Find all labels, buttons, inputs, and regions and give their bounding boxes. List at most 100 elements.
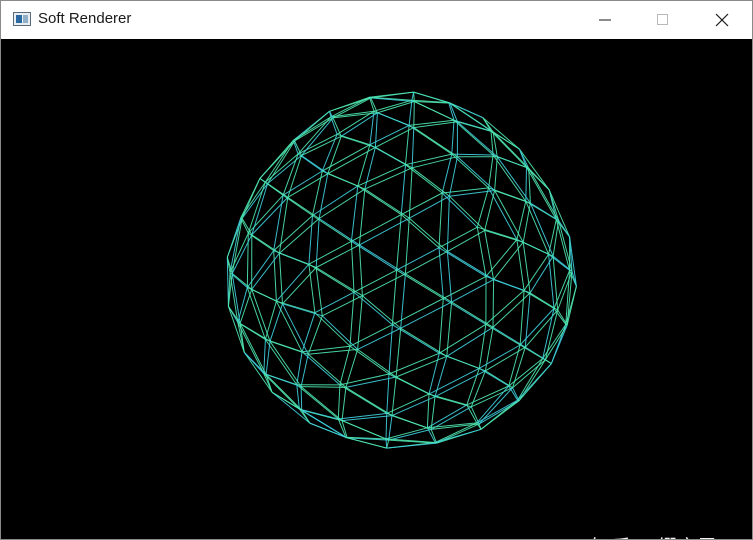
minimize-button[interactable]: [576, 1, 634, 39]
mesh-edge: [287, 173, 329, 198]
maximize-icon: [657, 14, 668, 25]
title-bar[interactable]: Soft Renderer: [1, 1, 752, 39]
mesh-edge: [297, 153, 323, 172]
mesh-edge: [374, 112, 378, 148]
mesh-edge: [478, 324, 487, 369]
mesh-edge: [408, 124, 453, 155]
mesh-edge: [482, 117, 520, 150]
mesh-edge: [265, 341, 271, 375]
mesh-edge: [301, 386, 346, 388]
mesh-edge: [364, 167, 413, 190]
minimize-icon: [599, 19, 611, 21]
mesh-edge: [411, 91, 415, 101]
mesh-edge: [282, 303, 323, 317]
mesh-edge: [315, 267, 363, 297]
mesh-edge: [488, 154, 494, 188]
mesh-edge: [386, 412, 428, 429]
mesh-edge: [411, 167, 450, 197]
mesh-edge: [359, 217, 410, 246]
mesh-edge: [516, 239, 525, 291]
mesh-edge: [229, 232, 249, 273]
mesh-edge: [294, 117, 334, 142]
mesh-edge: [231, 218, 243, 274]
mesh-edge: [449, 195, 486, 231]
mesh-edge: [400, 301, 452, 329]
mesh-edge: [508, 344, 521, 387]
mesh-edge: [494, 156, 498, 191]
mesh-edge: [528, 168, 560, 221]
mesh-edge: [231, 234, 253, 274]
mesh-edge: [362, 295, 402, 329]
mesh-edge: [271, 391, 311, 424]
close-button[interactable]: [693, 1, 751, 39]
mesh-edge: [550, 324, 568, 364]
mesh-edge: [370, 91, 414, 99]
maximize-button[interactable]: [634, 1, 692, 39]
mesh-edge: [377, 112, 414, 129]
render-viewport[interactable]: 知乎 @缪之灵: [1, 39, 752, 539]
mesh-edge: [301, 351, 341, 386]
mesh-edge: [411, 127, 415, 168]
mesh-edge: [315, 218, 320, 268]
watermark-text: 知乎 @缪之灵: [591, 531, 717, 539]
mesh-edge: [485, 275, 525, 291]
mesh-edge: [386, 442, 437, 449]
mesh-edge: [451, 120, 455, 155]
mesh-edge: [408, 167, 413, 219]
mesh-edge: [517, 399, 520, 402]
mesh-edge: [296, 351, 303, 385]
mesh-edge: [522, 241, 554, 257]
mesh-edge: [485, 239, 518, 277]
mesh-edge: [385, 413, 388, 439]
mesh-edge: [263, 373, 300, 410]
mesh-edge: [300, 386, 303, 411]
mesh-edge: [231, 273, 241, 324]
mesh-edge: [273, 215, 313, 251]
mesh-edge: [351, 214, 402, 242]
mesh-edge: [358, 189, 366, 245]
wireframe-sphere-mesh: [226, 91, 577, 449]
mesh-edge: [485, 290, 525, 325]
mesh-edge: [545, 359, 552, 365]
mesh-edge: [404, 218, 410, 274]
mesh-edge: [526, 167, 557, 220]
mesh-edge: [357, 164, 406, 187]
mesh-edge: [301, 155, 329, 175]
mesh-edge: [392, 298, 444, 326]
mesh-edge: [492, 279, 495, 328]
mesh-edge: [434, 370, 486, 398]
mesh-edge: [400, 273, 406, 329]
mesh-edge: [519, 308, 555, 346]
mesh-edge: [479, 344, 521, 369]
mesh-edge: [413, 101, 415, 128]
mesh-edge: [405, 273, 452, 303]
mesh-edge: [493, 241, 524, 280]
mesh-edge: [552, 220, 560, 257]
app-window-icon: [13, 12, 31, 26]
mesh-edge: [263, 339, 266, 374]
mesh-edge: [522, 242, 531, 293]
mesh-edge: [385, 427, 428, 440]
mesh-edge: [269, 303, 283, 342]
close-icon: [715, 13, 729, 27]
mesh-edge: [476, 227, 487, 277]
mesh-edge: [337, 384, 341, 420]
mesh-edge: [449, 102, 494, 133]
mesh-edge: [297, 133, 338, 155]
mesh-edge: [247, 182, 266, 234]
mesh-edge: [386, 373, 390, 414]
mesh-edge: [307, 315, 323, 355]
mesh-edge: [373, 99, 413, 112]
window-title: Soft Renderer: [38, 10, 132, 27]
mesh-edge: [439, 323, 487, 354]
mesh-edge: [512, 359, 546, 389]
mesh-edge: [341, 387, 347, 421]
mesh-edge: [492, 292, 531, 328]
mesh-edge: [448, 156, 458, 197]
mesh-edge: [446, 326, 494, 357]
mesh-edge: [364, 147, 376, 190]
mesh-edge: [434, 396, 472, 408]
mesh-edge: [388, 428, 432, 441]
mesh-edge: [408, 217, 448, 252]
mesh-edge: [279, 252, 317, 268]
